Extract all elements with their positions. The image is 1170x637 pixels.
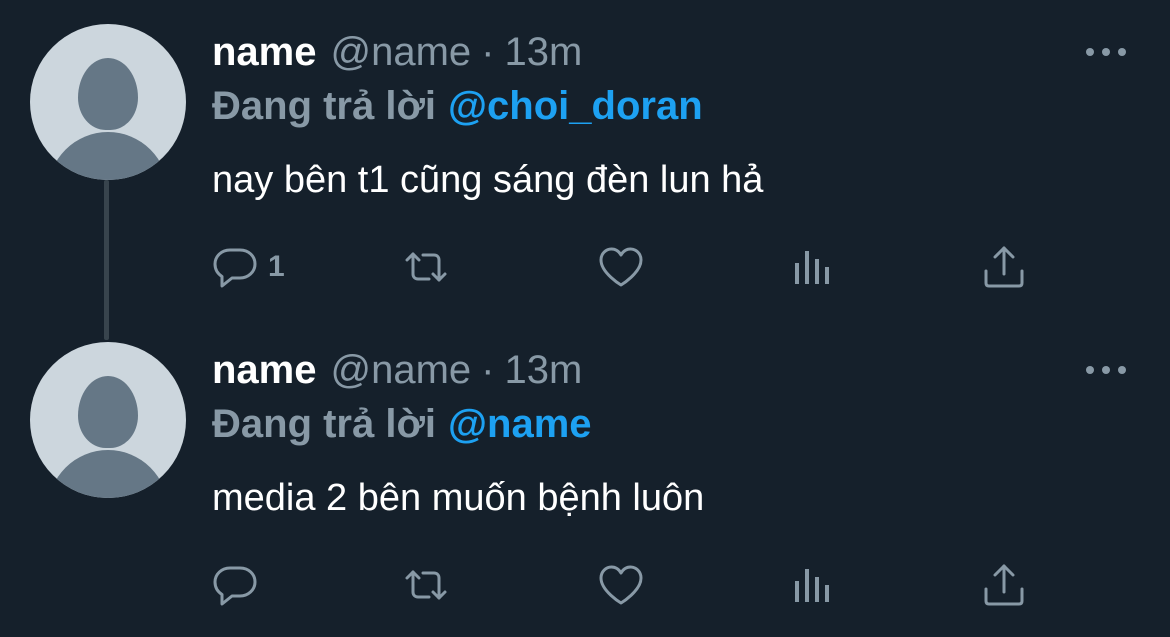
share-button[interactable] bbox=[980, 243, 1028, 291]
analytics-button[interactable] bbox=[789, 243, 837, 291]
default-avatar-head bbox=[78, 58, 138, 130]
tweet[interactable]: name @name · 13m Đang trả lời @name media… bbox=[0, 318, 1170, 636]
retweet-icon bbox=[405, 252, 447, 282]
more-dot bbox=[1118, 48, 1126, 56]
timestamp[interactable]: 13m bbox=[505, 348, 583, 392]
replying-to-mention[interactable]: @choi_doran bbox=[448, 84, 703, 128]
replying-to: Đang trả lời @name bbox=[212, 402, 592, 446]
user-handle[interactable]: @name bbox=[331, 30, 472, 74]
retweet-icon bbox=[405, 570, 447, 600]
analytics-icon bbox=[795, 251, 829, 284]
separator-dot: · bbox=[481, 30, 495, 74]
more-dot bbox=[1086, 366, 1094, 374]
more-dot bbox=[1102, 48, 1110, 56]
replying-to-mention[interactable]: @name bbox=[448, 402, 592, 446]
separator-dot: · bbox=[481, 348, 495, 392]
share-button[interactable] bbox=[980, 561, 1028, 609]
more-dot bbox=[1118, 366, 1126, 374]
default-avatar-head bbox=[78, 376, 138, 448]
like-button[interactable] bbox=[597, 243, 645, 291]
more-dot bbox=[1086, 48, 1094, 56]
replying-to-label: Đang trả lời bbox=[212, 402, 437, 446]
avatar[interactable] bbox=[30, 342, 186, 498]
analytics-button[interactable] bbox=[789, 561, 837, 609]
reply-count: 1 bbox=[268, 250, 285, 283]
more-icon[interactable] bbox=[1086, 358, 1126, 382]
timestamp[interactable]: 13m bbox=[505, 30, 583, 74]
tweet[interactable]: name @name · 13m Đang trả lời @choi_doran… bbox=[0, 0, 1170, 318]
retweet-button[interactable] bbox=[402, 561, 450, 609]
display-name[interactable]: name bbox=[212, 30, 317, 74]
default-avatar-body bbox=[48, 450, 168, 498]
reply-icon bbox=[213, 566, 257, 606]
avatar[interactable] bbox=[30, 24, 186, 180]
retweet-button[interactable] bbox=[402, 243, 450, 291]
more-icon[interactable] bbox=[1086, 40, 1126, 64]
replying-to-label: Đang trả lời bbox=[212, 84, 437, 128]
default-avatar-body bbox=[48, 132, 168, 180]
like-icon bbox=[599, 565, 643, 605]
user-handle[interactable]: @name bbox=[331, 348, 472, 392]
reply-icon bbox=[213, 248, 257, 288]
tweet-header: name @name · 13m bbox=[212, 348, 582, 392]
display-name[interactable]: name bbox=[212, 348, 317, 392]
replying-to: Đang trả lời @choi_doran bbox=[212, 84, 703, 128]
share-icon bbox=[984, 246, 1024, 288]
share-icon bbox=[984, 564, 1024, 606]
analytics-icon bbox=[795, 569, 829, 602]
tweet-actions bbox=[212, 561, 1042, 609]
tweet-text: media 2 bên muốn bệnh luôn bbox=[212, 477, 705, 519]
reply-button[interactable] bbox=[212, 561, 268, 609]
like-button[interactable] bbox=[597, 561, 645, 609]
like-icon bbox=[599, 247, 643, 287]
tweet-text: nay bên t1 cũng sáng đèn lun hả bbox=[212, 159, 764, 201]
tweet-actions: 1 bbox=[212, 243, 1042, 291]
reply-button[interactable]: 1 bbox=[212, 243, 285, 291]
tweet-header: name @name · 13m bbox=[212, 30, 582, 74]
more-dot bbox=[1102, 366, 1110, 374]
